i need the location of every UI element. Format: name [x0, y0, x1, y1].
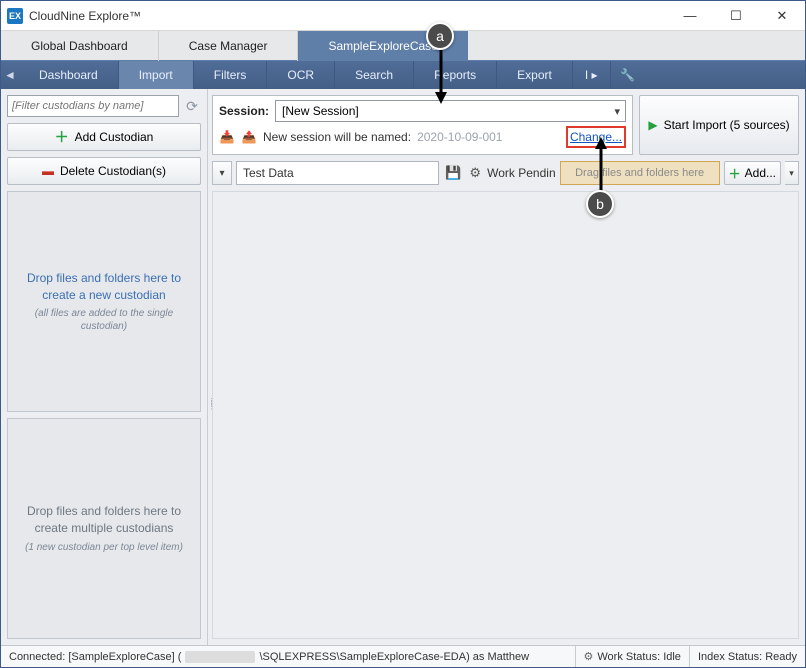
drag-files-target[interactable]: Drag files and folders here	[560, 161, 720, 185]
top-tabs: Global Dashboard Case Manager SampleExpl…	[1, 31, 805, 61]
session-label: Session:	[219, 104, 269, 118]
tab-case-manager[interactable]: Case Manager	[159, 31, 299, 61]
status-connection: Connected: [SampleExploreCase] ( xxxxxxx…	[1, 646, 576, 667]
drop-zone-multi[interactable]: Drop files and folders here to create mu…	[7, 418, 201, 639]
splitter-grip-icon[interactable]: ⋮⋮⋮	[208, 400, 212, 430]
change-link[interactable]: Change...	[570, 130, 622, 144]
source-name-field[interactable]: Test Data	[236, 161, 439, 185]
tab-global-dashboard[interactable]: Global Dashboard	[1, 31, 159, 61]
body: ⟳ ＋ Add Custodian ▬ Delete Custodian(s) …	[1, 89, 805, 645]
minimize-button[interactable]: —	[667, 1, 713, 31]
plus-icon: ＋	[729, 165, 741, 182]
nav-filters[interactable]: Filters	[194, 61, 268, 89]
tab-sample-explore-case[interactable]: SampleExploreCase	[298, 31, 467, 61]
add-source-button[interactable]: ＋ Add...	[724, 161, 781, 185]
status-redacted: xxxxxxxxxxxx	[185, 651, 255, 663]
nav-reports[interactable]: Reports	[414, 61, 497, 89]
session-panel: Session: [New Session] 📥 📤 New session w…	[212, 95, 633, 155]
drop-zone-multi-text: Drop files and folders here to create mu…	[14, 503, 194, 537]
navbar: ◄ Dashboard Import Filters OCR Search Re…	[1, 61, 805, 89]
nav-left-arrow-icon[interactable]: ◄	[1, 61, 19, 89]
play-icon: ▶	[648, 118, 657, 132]
session-dropdown[interactable]: [New Session]	[275, 100, 626, 122]
session-value: [New Session]	[282, 104, 359, 118]
add-custodian-label: Add Custodian	[75, 130, 154, 144]
status-work: ⚙ Work Status: Idle	[576, 646, 690, 667]
status-index: Index Status: Ready	[690, 646, 805, 667]
nav-ocr[interactable]: OCR	[267, 61, 335, 89]
session-import-icon[interactable]: 📥	[219, 129, 235, 145]
work-pending-label: Work Pendin	[487, 166, 555, 180]
minus-icon: ▬	[42, 164, 54, 178]
nav-more[interactable]: I ▸	[573, 61, 611, 89]
refresh-icon[interactable]: ⟳	[183, 97, 201, 115]
drag-files-hint: Drag files and folders here	[575, 167, 704, 179]
delete-custodian-button[interactable]: ▬ Delete Custodian(s)	[7, 157, 201, 185]
main-area: Session: [New Session] 📥 📤 New session w…	[208, 89, 805, 645]
session-named-text: New session will be named:	[263, 130, 411, 144]
gear-icon: ⚙	[584, 650, 594, 663]
close-button[interactable]: ✕	[759, 1, 805, 31]
gear-icon[interactable]: ⚙	[467, 165, 483, 181]
add-custodian-button[interactable]: ＋ Add Custodian	[7, 123, 201, 151]
drop-zone-single[interactable]: Drop files and folders here to create a …	[7, 191, 201, 412]
start-import-button[interactable]: ▶ Start Import (5 sources)	[639, 95, 799, 155]
drop-zone-single-text: Drop files and folders here to create a …	[14, 270, 194, 304]
sidebar: ⟳ ＋ Add Custodian ▬ Delete Custodian(s) …	[1, 89, 208, 645]
custodian-filter-input[interactable]	[7, 95, 179, 117]
titlebar: EX CloudNine Explore™ — ☐ ✕	[1, 1, 805, 31]
add-source-label: Add...	[745, 166, 776, 180]
app-icon: EX	[7, 8, 23, 24]
delete-custodian-label: Delete Custodian(s)	[60, 164, 166, 178]
import-canvas: ⋮⋮⋮	[212, 191, 799, 639]
nav-search[interactable]: Search	[335, 61, 414, 89]
add-source-dropdown[interactable]: ▾	[785, 161, 799, 185]
session-export-icon[interactable]: 📤	[241, 129, 257, 145]
start-import-label: Start Import (5 sources)	[664, 118, 790, 132]
window-title: CloudNine Explore™	[29, 9, 141, 23]
settings-wrench-icon[interactable]: 🔧	[611, 61, 645, 89]
save-icon[interactable]: 💾	[443, 165, 463, 181]
nav-dashboard[interactable]: Dashboard	[19, 61, 119, 89]
drop-zone-single-sub: (all files are added to the single custo…	[14, 307, 194, 333]
expand-toggle[interactable]: ▾	[212, 161, 232, 185]
plus-icon: ＋	[55, 127, 69, 147]
source-name-value: Test Data	[243, 166, 294, 180]
statusbar: Connected: [SampleExploreCase] ( xxxxxxx…	[1, 645, 805, 667]
maximize-button[interactable]: ☐	[713, 1, 759, 31]
nav-import[interactable]: Import	[119, 61, 194, 89]
drop-zone-multi-sub: (1 new custodian per top level item)	[25, 541, 183, 554]
nav-export[interactable]: Export	[497, 61, 573, 89]
session-named-date: 2020-10-09-001	[417, 130, 502, 144]
